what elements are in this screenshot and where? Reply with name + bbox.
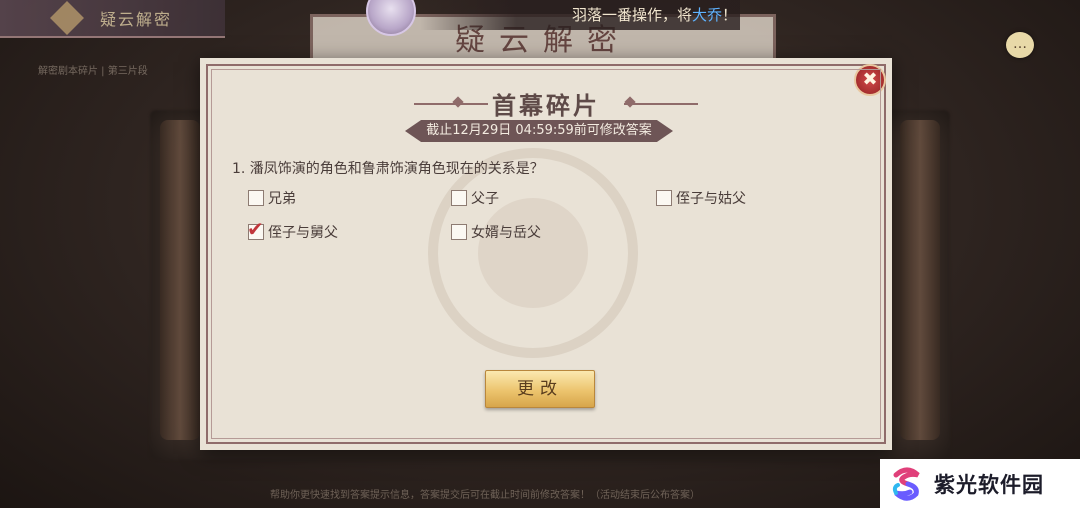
option-label: 父子 <box>471 191 499 207</box>
dragon-emblem-watermark <box>428 148 638 358</box>
announcement-prefix: 羽落一番操作，将 <box>572 6 693 24</box>
option-2[interactable]: 父子 <box>451 188 499 208</box>
bottom-hint: 帮助你更快速找到答案提示信息，答案提交后可在截止时间前修改答案！（活动结束后公布… <box>270 490 700 501</box>
checkbox-checked[interactable]: ✔ <box>247 219 264 240</box>
title-divider-right <box>624 103 698 105</box>
checkbox[interactable] <box>656 190 672 206</box>
change-answer-button[interactable]: 更改 <box>485 370 595 408</box>
title-ornament-right <box>624 96 636 108</box>
close-icon[interactable]: ✖ <box>854 64 886 96</box>
tab-subtitle: 解密剧本碎片 | 第三片段 <box>38 66 148 77</box>
quiz-dialog: 首幕碎片 截止12月29日 04:59:59前可修改答案 1. 潘凤饰演的角色和… <box>200 58 892 450</box>
site-logo-icon <box>890 467 924 501</box>
chat-bubble-icon[interactable]: … <box>1006 32 1034 58</box>
option-1[interactable]: 兄弟 <box>248 188 296 208</box>
option-label: 侄子与舅父 <box>268 225 338 241</box>
title-divider-left <box>414 103 488 105</box>
title-ornament-left <box>452 96 464 108</box>
deadline-banner: 截止12月29日 04:59:59前可修改答案 <box>405 120 673 142</box>
announcement-highlight: 大乔 <box>692 6 723 24</box>
option-label: 侄子与姑父 <box>676 191 746 207</box>
dialog-title: 首幕碎片 <box>492 91 600 120</box>
background-scroll-left <box>160 120 200 440</box>
checkmark-icon: ✔ <box>247 217 264 241</box>
site-watermark: 紫光软件园 <box>880 459 1080 508</box>
option-label: 兄弟 <box>268 191 296 207</box>
option-5[interactable]: 女婿与岳父 <box>451 222 541 242</box>
tab-label: 疑云解密 <box>100 10 173 29</box>
diamond-icon <box>50 1 84 35</box>
back-tab[interactable]: 疑云解密 <box>0 0 225 38</box>
checkbox[interactable] <box>451 224 467 240</box>
option-4[interactable]: ✔ 侄子与舅父 <box>247 219 338 242</box>
option-label: 女婿与岳父 <box>471 225 541 241</box>
announcement-bar: 羽落一番操作，将大乔！ <box>420 0 740 30</box>
background-scroll-right <box>900 120 940 440</box>
checkbox[interactable] <box>451 190 467 206</box>
site-name: 紫光软件园 <box>934 472 1044 497</box>
checkbox[interactable] <box>248 190 264 206</box>
question-text: 1. 潘凤饰演的角色和鲁肃饰演角色现在的关系是？ <box>232 161 544 177</box>
option-3[interactable]: 侄子与姑父 <box>656 188 746 208</box>
emblem-inner <box>478 198 588 308</box>
announcement-suffix: ！ <box>722 6 738 24</box>
